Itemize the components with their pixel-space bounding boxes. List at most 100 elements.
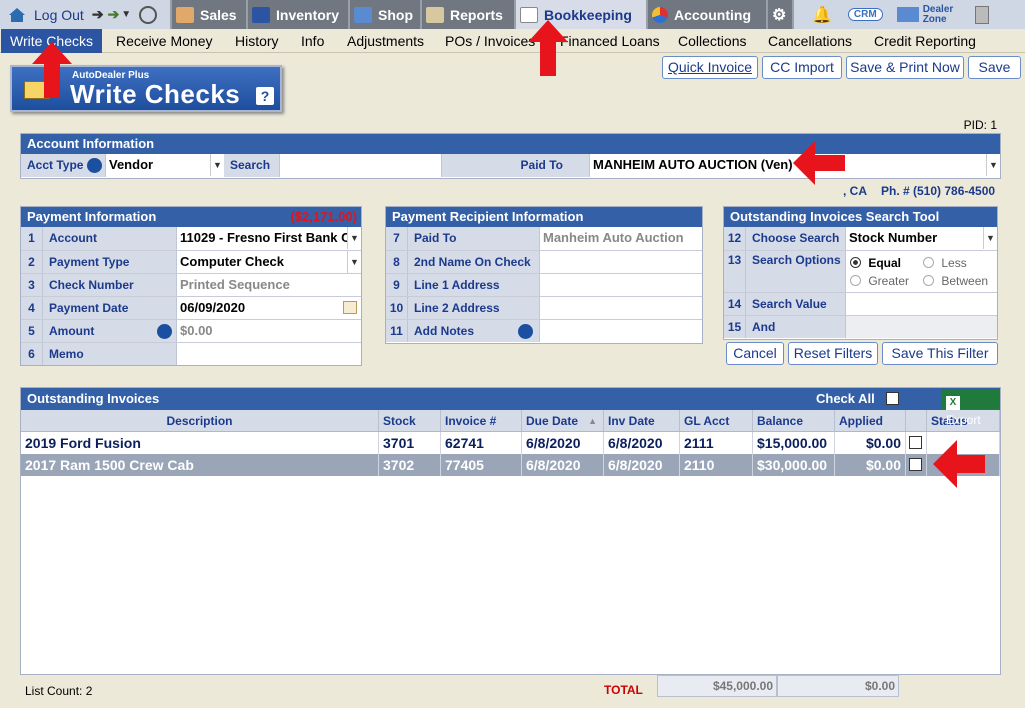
search-value-field[interactable] — [846, 293, 997, 315]
row-number: 12 — [724, 227, 746, 250]
user-face-icon[interactable] — [139, 5, 158, 24]
row-checkbox[interactable] — [909, 436, 922, 449]
col-gl-acct[interactable]: GL Acct — [680, 410, 753, 431]
subnav-cancellations[interactable]: Cancellations — [768, 29, 852, 53]
cancel-button[interactable]: Cancel — [726, 342, 784, 365]
calendar-icon[interactable] — [343, 301, 357, 314]
bell-icon[interactable]: 🔔 — [812, 5, 832, 25]
cell-due-date: 6/8/2020 — [522, 454, 604, 476]
account-information-header: Account Information — [21, 134, 1000, 154]
account-select[interactable]: 11029 - Fresno First Bank Ch ▼ — [177, 227, 361, 250]
home-icon[interactable] — [8, 7, 26, 23]
row-number: 15 — [724, 316, 746, 338]
paid-to-label: Paid To — [442, 154, 590, 177]
search-tool-header: Outstanding Invoices Search Tool — [724, 207, 997, 227]
row-number: 10 — [386, 297, 408, 319]
subnav-pos-invoices[interactable]: POs / Invoices — [445, 29, 535, 53]
back-arrow-icon[interactable]: ➔ — [92, 6, 104, 23]
add-notes-field[interactable] — [540, 320, 702, 342]
col-description[interactable]: Description — [21, 410, 379, 431]
line2-address-field[interactable] — [540, 297, 702, 319]
add-notes-icon[interactable] — [518, 324, 533, 339]
amount-link-icon[interactable] — [157, 324, 172, 339]
nav-sales[interactable]: Sales — [172, 0, 246, 29]
crm-icon[interactable]: CRM — [847, 8, 883, 21]
add-notes-label: Add Notes — [408, 320, 540, 342]
nav-left-group: Log Out ➔ ➔ ▼ — [0, 0, 170, 29]
payment-type-select[interactable]: Computer Check ▼ — [177, 251, 361, 273]
subnav-financed-loans[interactable]: Financed Loans — [560, 29, 660, 53]
search-value-label: Search Value — [746, 293, 846, 315]
col-due-date[interactable]: Due Date ▲ — [522, 410, 604, 431]
search-label: Search — [224, 154, 280, 177]
table-row[interactable]: 2017 Ram 1500 Crew Cab 3702 77405 6/8/20… — [21, 454, 1000, 476]
acct-type-select[interactable]: Vendor ▼ — [106, 154, 224, 177]
col-invoice[interactable]: Invoice # — [441, 410, 522, 431]
search-options-label: Search Options — [746, 251, 846, 292]
cc-import-button[interactable]: CC Import — [762, 56, 842, 79]
save-button[interactable]: Save — [968, 56, 1021, 79]
export-button[interactable]: X Export — [942, 389, 1000, 427]
subnav-history[interactable]: History — [235, 29, 279, 53]
check-number-field[interactable]: Printed Sequence — [177, 274, 361, 296]
logout-link[interactable]: Log Out — [34, 7, 84, 23]
amount-field[interactable]: $0.00 — [177, 320, 361, 342]
subnav-credit-reporting[interactable]: Credit Reporting — [874, 29, 976, 53]
row-checkbox[interactable] — [909, 458, 922, 471]
recipient-paid-to-field[interactable]: Manheim Auto Auction — [540, 227, 702, 250]
quick-invoice-button[interactable]: Quick Invoice — [662, 56, 758, 79]
help-icon[interactable]: ? — [256, 87, 274, 105]
acct-type-link-icon[interactable] — [87, 158, 102, 173]
dealer-zone-label[interactable]: Dealer Zone — [923, 4, 954, 25]
subnav-info[interactable]: Info — [301, 29, 324, 53]
cell-applied: $0.00 — [835, 454, 906, 476]
nav-reports[interactable]: Reports — [422, 0, 514, 29]
save-print-button[interactable]: Save & Print Now — [846, 56, 964, 79]
second-name-field[interactable] — [540, 251, 702, 273]
search-input[interactable] — [280, 154, 442, 177]
radio-greater[interactable]: Greater — [850, 272, 909, 290]
payment-information-panel: Payment Information ($2,171.00) 1 Accoun… — [20, 206, 362, 366]
payment-information-header: Payment Information ($2,171.00) — [21, 207, 361, 227]
invoices-table-header: Description Stock Invoice # Due Date ▲ I… — [21, 410, 1000, 432]
cell-gl-acct: 2110 — [680, 454, 753, 476]
payment-date-field[interactable]: 06/09/2020 — [177, 297, 361, 319]
settings-gear-icon[interactable]: ⚙ — [768, 0, 792, 29]
radio-less[interactable]: Less — [923, 254, 967, 272]
cell-due-date: 6/8/2020 — [522, 432, 604, 454]
memo-field[interactable] — [177, 343, 361, 365]
check-all-checkbox[interactable] — [886, 392, 899, 405]
dropdown-chevron-icon[interactable]: ▼ — [121, 9, 131, 20]
forward-arrow-icon[interactable]: ➔ — [108, 6, 120, 23]
choose-search-select[interactable]: Stock Number ▼ — [846, 227, 997, 250]
subnav-collections[interactable]: Collections — [678, 29, 746, 53]
col-applied[interactable]: Applied — [835, 410, 906, 431]
payment-total-amount: ($2,171.00) — [290, 209, 358, 224]
col-balance[interactable]: Balance — [753, 410, 835, 431]
wrench-icon — [354, 6, 372, 23]
nav-accounting[interactable]: Accounting — [648, 0, 766, 29]
col-stock[interactable]: Stock — [379, 410, 441, 431]
radio-between[interactable]: Between — [923, 272, 988, 290]
red-arrow-up-icon — [32, 42, 72, 98]
subnav-adjustments[interactable]: Adjustments — [347, 29, 424, 53]
phone-number: Ph. # (510) 786-4500 — [881, 184, 996, 198]
reset-filters-button[interactable]: Reset Filters — [788, 342, 878, 365]
calculator-icon[interactable] — [975, 5, 990, 24]
excel-icon: X — [946, 396, 960, 410]
and-field[interactable] — [846, 316, 997, 338]
sales-person-icon — [176, 6, 194, 23]
save-filter-button[interactable]: Save This Filter — [882, 342, 998, 365]
table-row[interactable]: 2019 Ford Fusion 3701 62741 6/8/2020 6/8… — [21, 432, 1000, 454]
col-inv-date[interactable]: Inv Date — [604, 410, 680, 431]
second-name-label: 2nd Name On Check — [408, 251, 540, 273]
line1-address-label: Line 1 Address — [408, 274, 540, 296]
nav-inventory[interactable]: Inventory — [248, 0, 348, 29]
nav-shop[interactable]: Shop — [350, 0, 420, 29]
cell-applied: $0.00 — [835, 432, 906, 454]
line1-address-field[interactable] — [540, 274, 702, 296]
dealer-zone-icon[interactable] — [896, 7, 919, 22]
account-label: Account — [43, 227, 177, 250]
radio-equal[interactable]: Equal — [850, 254, 901, 272]
subnav-receive-money[interactable]: Receive Money — [116, 29, 213, 53]
